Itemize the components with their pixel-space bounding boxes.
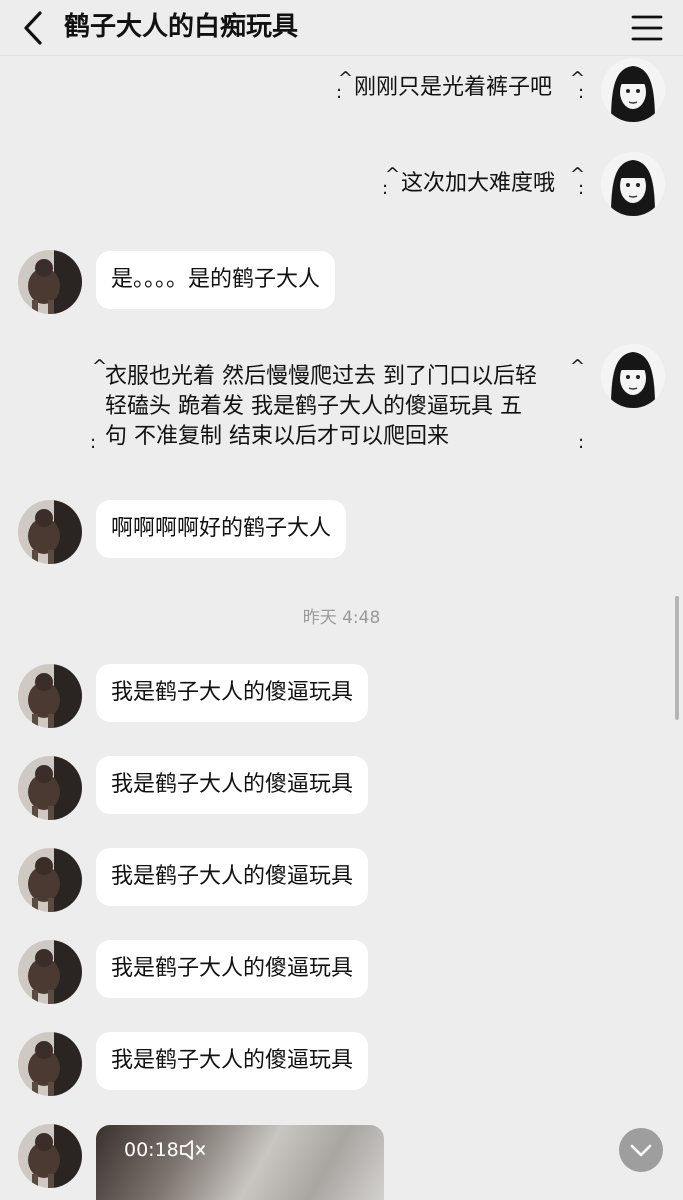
message-text: 我是鹤子大人的傻逼玩具 [111,864,354,889]
message-text: 我是鹤子大人的傻逼玩具 [111,1048,354,1073]
message-bubble[interactable]: 我是鹤子大人的傻逼玩具 [96,1032,369,1090]
avatar[interactable] [18,664,82,728]
video-duration: 00:18 [124,1139,179,1161]
message-bubble[interactable]: 是。。。。是的鹤子大人 [96,251,336,309]
caret-decoration: ^ [570,356,586,377]
message-text: 我是鹤子大人的傻逼玩具 [111,956,354,981]
avatar[interactable] [601,344,665,408]
dot-decoration: : [578,432,585,453]
avatar[interactable] [18,1124,82,1188]
dot-decoration: : [382,178,389,199]
dot-decoration: : [90,432,97,453]
menu-button[interactable] [629,10,665,46]
message-line: 衣服也光着 然后慢慢爬过去 到了门口以后轻 [105,364,537,389]
hamburger-menu-icon [631,15,663,41]
back-button[interactable] [14,8,54,48]
avatar[interactable] [18,940,82,1004]
avatar[interactable] [18,1032,82,1096]
message-line: 句 不准复制 结束以后才可以爬回来 [105,424,449,449]
chevron-left-icon [24,11,42,45]
scroll-to-bottom-button[interactable] [619,1128,663,1172]
message-text-multiline: 衣服也光着 然后慢慢爬过去 到了门口以后轻 轻磕头 跪着发 我是鹤子大人的傻逼玩… [105,362,537,452]
dot-decoration: : [578,178,585,199]
message-text: 我是鹤子大人的傻逼玩具 [111,772,354,797]
timestamp: 昨天 4:48 [302,608,381,628]
avatar[interactable] [18,250,82,314]
message-text: 刚刚只是光着裤子吧 [354,75,553,100]
dot-decoration: : [336,82,343,103]
message-text: 是。。。。是的鹤子大人 [111,267,321,292]
dot-decoration: : [578,82,585,103]
top-bar: 鹤子大人的白痴玩具 [0,0,683,56]
message-bubble[interactable]: 啊啊啊啊好的鹤子大人 [96,500,347,558]
message-line: 轻磕头 跪着发 我是鹤子大人的傻逼玩具 五 [105,394,522,419]
avatar[interactable] [601,58,665,122]
avatar[interactable] [601,152,665,216]
chat-title: 鹤子大人的白痴玩具 [64,12,299,42]
chevron-down-icon [630,1144,652,1157]
message-text: 我是鹤子大人的傻逼玩具 [111,680,354,705]
avatar[interactable] [18,500,82,564]
avatar[interactable] [18,756,82,820]
message-text: 这次加大难度哦 [401,171,556,196]
message-bubble[interactable]: 我是鹤子大人的傻逼玩具 [96,848,369,906]
scrollbar[interactable] [675,596,679,720]
message-bubble[interactable]: 我是鹤子大人的傻逼玩具 [96,756,369,814]
speaker-muted-icon [180,1140,205,1160]
avatar[interactable] [18,848,82,912]
video-message[interactable]: 00:18 [96,1125,384,1200]
message-text: 啊啊啊啊好的鹤子大人 [111,516,332,541]
message-bubble[interactable]: 我是鹤子大人的傻逼玩具 [96,940,369,998]
chat-area[interactable]: ^ : 刚刚只是光着裤子吧 ^ : ^ : 这次加大难度哦 ^ : 是。。。。是… [0,56,683,1200]
message-bubble[interactable]: 我是鹤子大人的傻逼玩具 [96,664,369,722]
